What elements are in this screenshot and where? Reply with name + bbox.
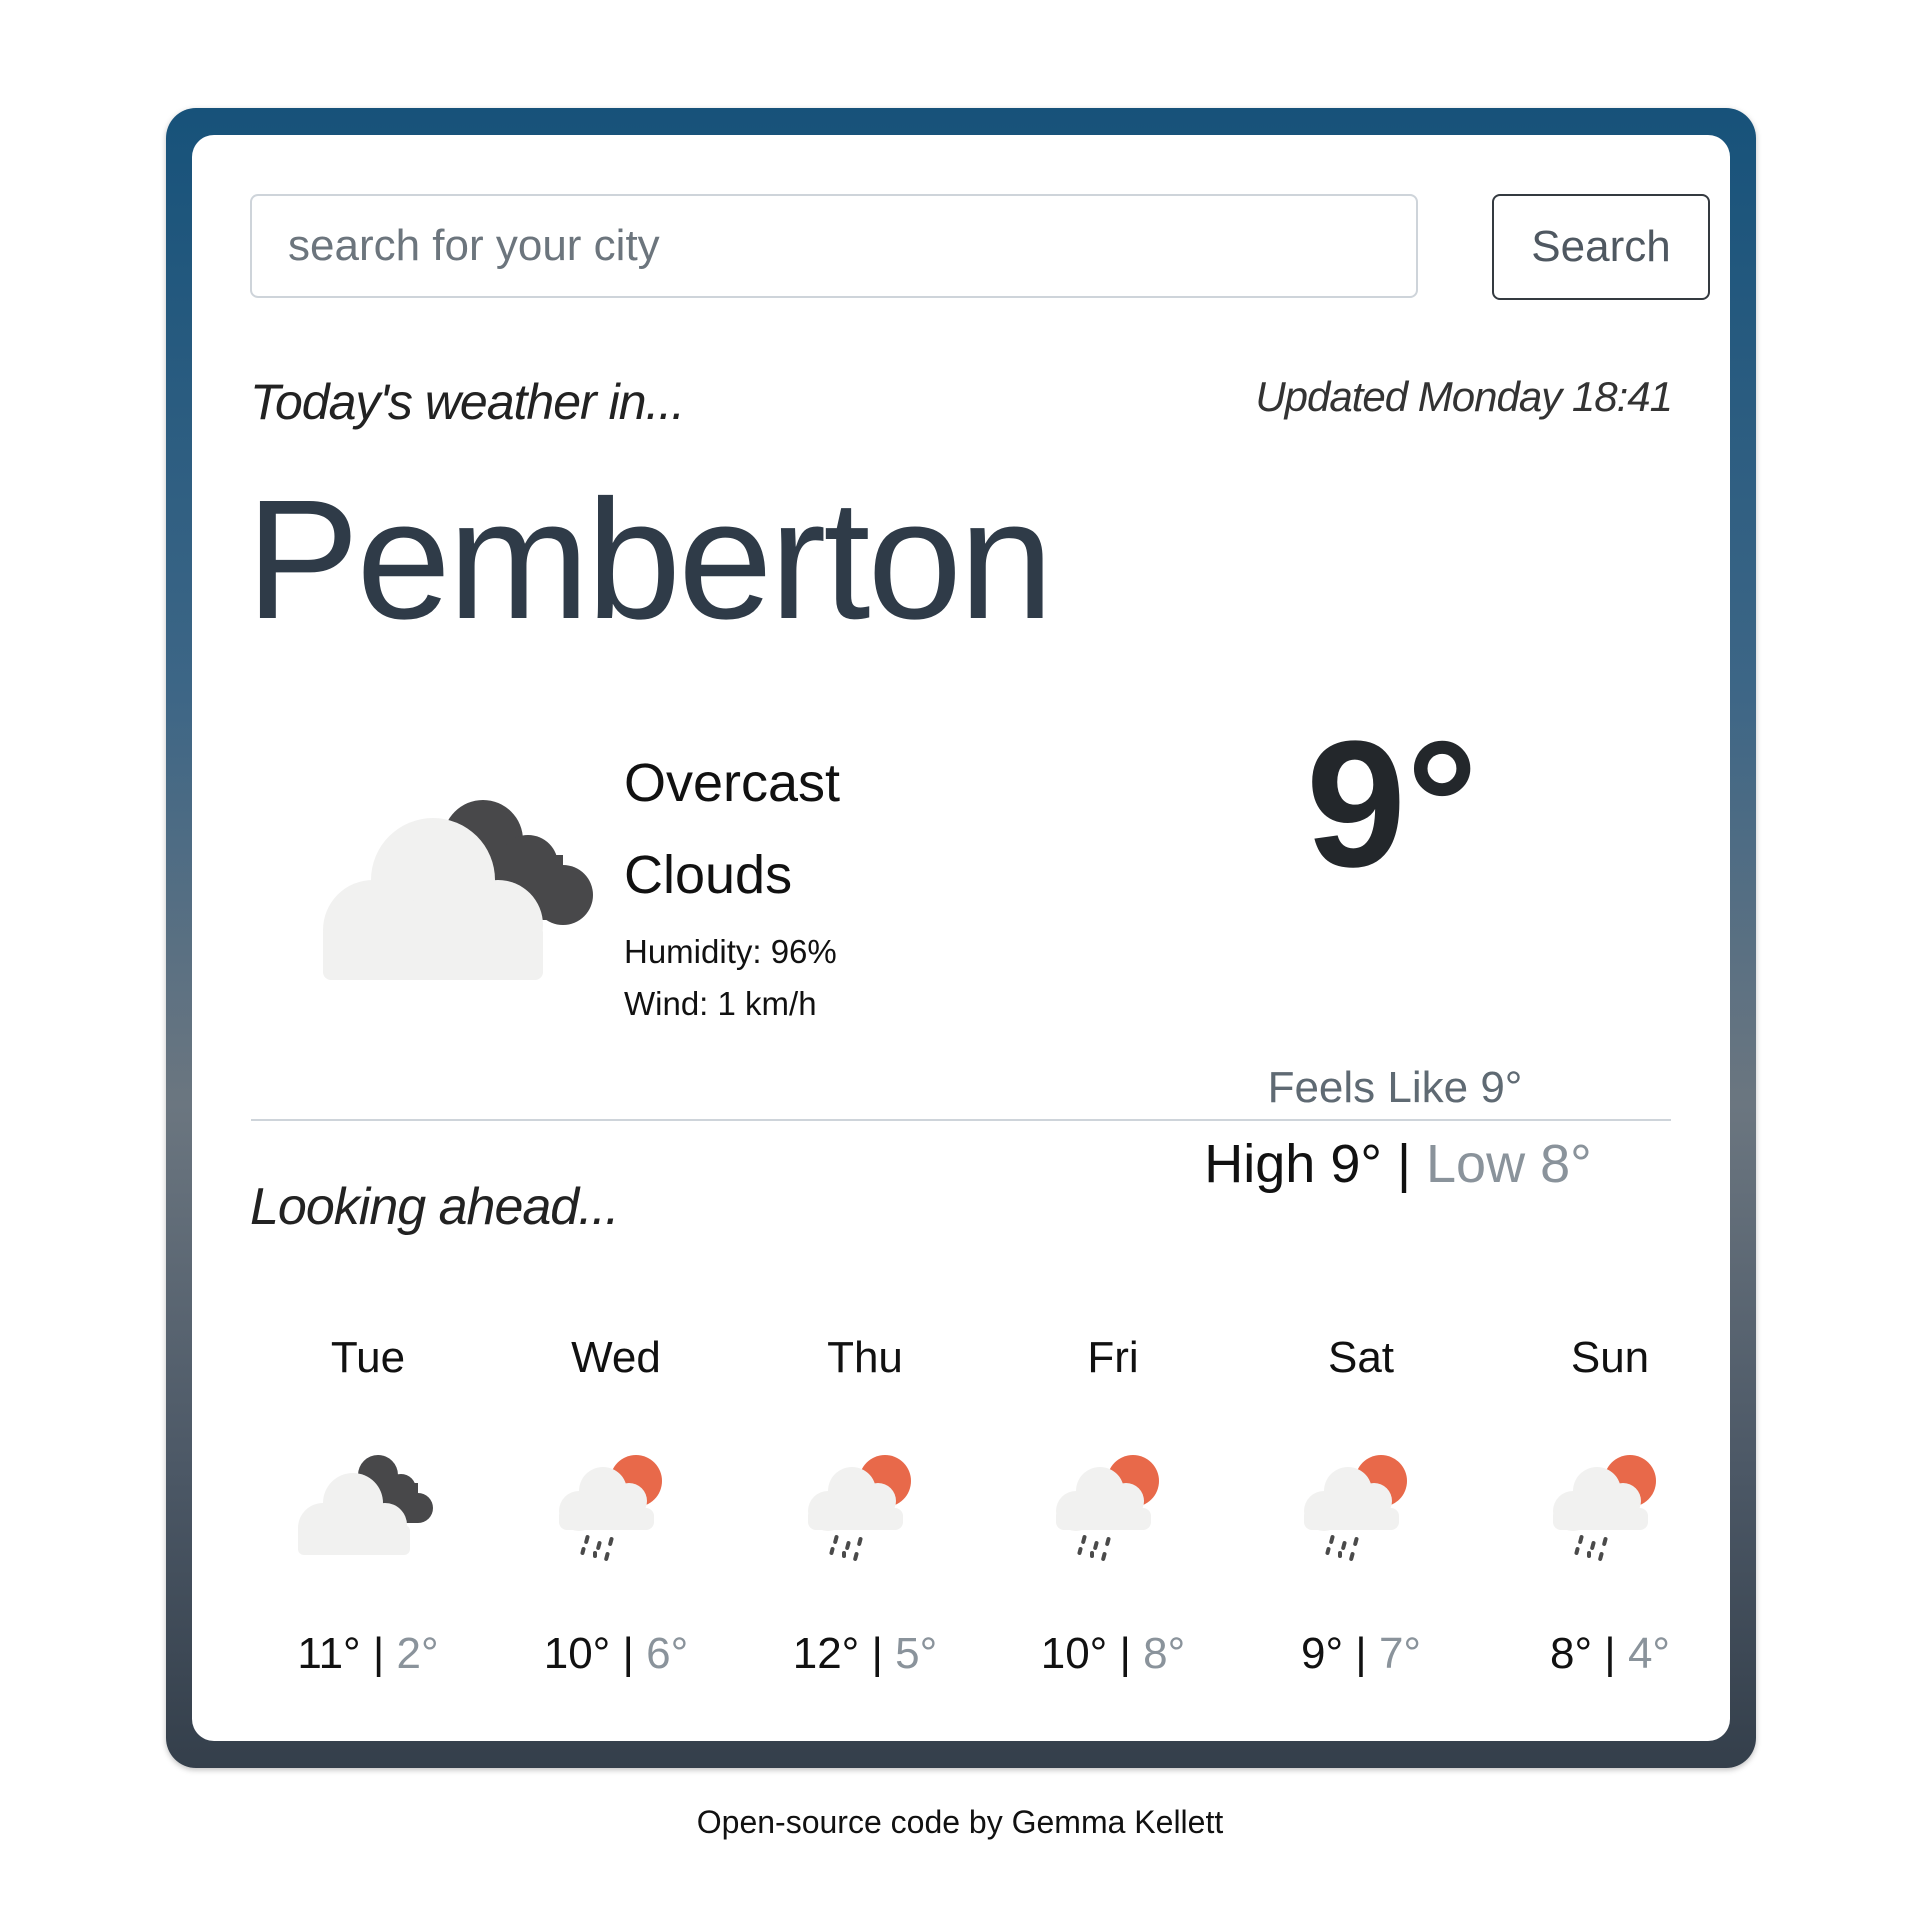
weather-app-frame: Search Today's weather in... Updated Mon… (166, 108, 1756, 1768)
day-temps: 8° | 4° (1486, 1629, 1734, 1679)
description-line-1: Overcast (624, 753, 841, 813)
day-temps: 10° | 8° (989, 1629, 1237, 1679)
rain-partly-sunny-icon (1056, 1455, 1159, 1561)
rain-partly-sunny-icon (1304, 1455, 1407, 1561)
forecast-day: Wed 10° | 6° (492, 1333, 740, 1679)
section-divider (251, 1119, 1671, 1121)
today-heading: Today's weather in... (250, 374, 685, 430)
temp-separator: | (360, 1629, 397, 1678)
day-high: 12° (792, 1629, 860, 1678)
day-name: Sun (1570, 1333, 1650, 1382)
day-high: 9° (1300, 1629, 1344, 1678)
updated-timestamp: Updated Monday 18:41 (1255, 373, 1673, 420)
forecast-day: Thu 12° | 5° (741, 1333, 989, 1679)
search-button[interactable]: Search (1492, 194, 1710, 300)
forecast-row: Tue 11° | 2° Wed 10° | 6° Thu 12° | 5° F… (244, 1333, 1734, 1678)
forecast-day: Sun 8° | 4° (1486, 1333, 1734, 1679)
day-low: 7° (1378, 1629, 1422, 1678)
footer-credit[interactable]: Open-source code by Gemma Kellett (0, 1804, 1920, 1841)
day-name: Fri (1087, 1333, 1139, 1382)
forecast-day: Sat 9° | 7° (1237, 1333, 1485, 1679)
description-line-2: Clouds (624, 845, 793, 905)
day-low: 6° (646, 1629, 689, 1678)
today-high: High 9° (1204, 1134, 1382, 1194)
weather-card: Search Today's weather in... Updated Mon… (192, 135, 1730, 1741)
day-high: 8° (1549, 1629, 1593, 1678)
high-low: High 9° | Low 8° (1192, 1133, 1604, 1195)
city-name: Pemberton (246, 465, 1054, 655)
day-low: 2° (396, 1629, 439, 1678)
temp-separator: | (610, 1629, 647, 1678)
day-temps: 9° | 7° (1237, 1629, 1485, 1679)
day-high: 10° (543, 1629, 611, 1678)
day-low: 5° (895, 1629, 938, 1678)
forecast-day: Fri 10° | 8° (989, 1333, 1237, 1679)
current-temperature: 9° (1305, 704, 1479, 905)
today-low: Low 8° (1426, 1134, 1592, 1194)
day-name: Tue (330, 1333, 406, 1382)
humidity-readout: Humidity: 96% (624, 933, 837, 970)
day-low: 4° (1627, 1629, 1671, 1678)
feels-like: Feels Like 9° (1267, 1063, 1523, 1112)
forecast-day: Tue 11° | 2° (244, 1333, 492, 1679)
weather-description: Overcast Clouds (624, 737, 840, 921)
day-low: 8° (1143, 1629, 1186, 1678)
forecast-heading: Looking ahead... (250, 1178, 620, 1236)
day-name: Thu (827, 1333, 903, 1382)
temp-separator: | (1343, 1629, 1379, 1678)
temp-separator: | (1592, 1629, 1628, 1678)
day-high: 10° (1040, 1629, 1108, 1678)
rain-partly-sunny-icon (559, 1455, 662, 1561)
rain-partly-sunny-icon (1553, 1455, 1656, 1561)
day-name: Wed (571, 1333, 661, 1382)
day-name: Sat (1327, 1333, 1395, 1382)
temp-separator: | (859, 1629, 896, 1678)
day-temps: 12° | 5° (741, 1629, 989, 1679)
day-temps: 10° | 6° (492, 1629, 740, 1679)
day-high: 11° (297, 1629, 361, 1678)
overcast-clouds-icon (323, 800, 593, 980)
overcast-clouds-icon (298, 1455, 433, 1555)
city-search-input[interactable] (250, 194, 1418, 298)
day-temps: 11° | 2° (244, 1629, 492, 1679)
rain-partly-sunny-icon (808, 1455, 911, 1561)
temp-separator: | (1107, 1629, 1144, 1678)
high-low-separator: | (1381, 1134, 1427, 1194)
wind-readout: Wind: 1 km/h (624, 985, 817, 1022)
